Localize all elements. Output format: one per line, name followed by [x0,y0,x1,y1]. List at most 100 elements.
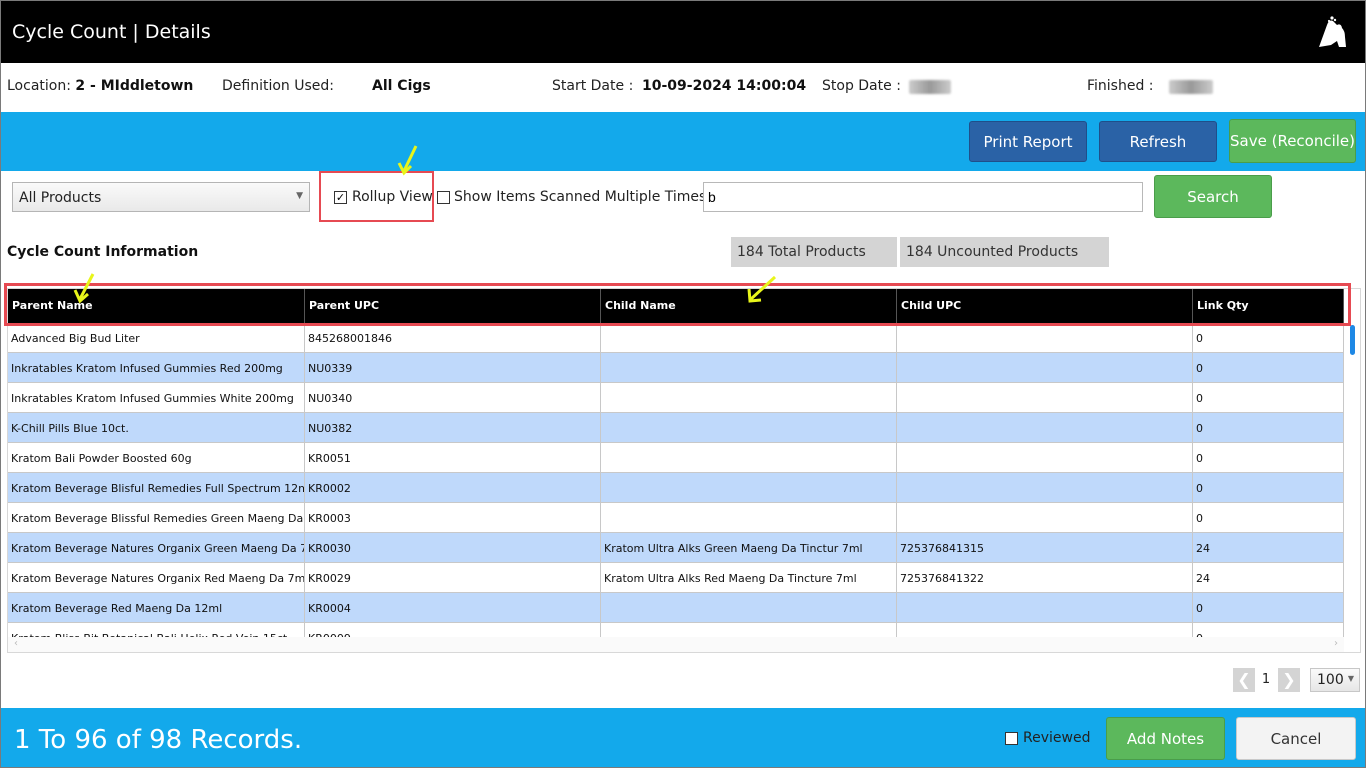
table-cell: Kratom Ultra Alks Green Maeng Da Tinctur… [601,533,897,563]
table-cell: KR0051 [305,443,601,473]
table-cell: Kratom Beverage Natures Organix Green Ma… [8,533,305,563]
print-report-button[interactable]: Print Report [969,121,1087,162]
table-cell: 0 [1193,443,1344,473]
table-cell [897,323,1193,353]
table-cell: 0 [1193,383,1344,413]
table-row[interactable]: Inkratables Kratom Infused Gummies Red 2… [8,353,1344,383]
title-bar: Cycle Count | Details [1,1,1365,63]
table-cell: 845268001846 [305,323,601,353]
table-cell: Inkratables Kratom Infused Gummies Red 2… [8,353,305,383]
scroll-right-icon[interactable]: › [1334,638,1338,649]
table-cell: 0 [1193,623,1344,637]
finished-redacted [1169,80,1213,94]
definition-value: All Cigs [372,78,431,94]
table-row[interactable]: Kratom Beverage Blissful Remedies Green … [8,503,1344,533]
table-row[interactable]: K-Chill Pills Blue 10ct. NU0382 0 [8,413,1344,443]
search-button[interactable]: Search [1154,175,1272,218]
stop-date-redacted [909,80,951,94]
checkmark-icon: ✓ [335,191,346,204]
prev-page-button[interactable]: ❮ [1233,668,1255,692]
page-size-select[interactable]: 100 ▼ [1310,668,1360,692]
records-count: 1 To 96 of 98 Records. [14,725,303,755]
table-row[interactable]: Kratom Beverage Natures Organix Red Maen… [8,563,1344,593]
table-cell: 0 [1193,353,1344,383]
next-page-button[interactable]: ❯ [1278,668,1300,692]
cycle-count-grid: Parent Name Parent UPC Child Name Child UPC… [7,288,1361,653]
table-cell: Kratom Bali Powder Boosted 60g [8,443,305,473]
cancel-button[interactable]: Cancel [1236,717,1356,760]
save-reconcile-button[interactable]: Save (Reconcile) [1229,119,1356,163]
refresh-button[interactable]: Refresh [1099,121,1217,162]
table-cell: Inkratables Kratom Infused Gummies White… [8,383,305,413]
chevron-left-icon: ❮ [1237,670,1251,689]
table-cell: 24 [1193,533,1344,563]
header-highlight-box [4,283,1351,326]
table-cell [601,353,897,383]
table-row[interactable]: Advanced Big Bud Liter 845268001846 0 [8,323,1344,353]
table-cell: NU0382 [305,413,601,443]
reviewed-checkbox[interactable] [1005,732,1018,745]
table-cell: KR0002 [305,473,601,503]
table-cell: Kratom Ultra Alks Red Maeng Da Tincture … [601,563,897,593]
footer-bar: 1 To 96 of 98 Records. Reviewed Add Note… [1,708,1365,767]
scanned-multiple-label[interactable]: Show Items Scanned Multiple Times [454,189,706,205]
start-date-value: 10-09-2024 14:00:04 [642,78,807,94]
table-cell: KR0004 [305,593,601,623]
grid-body: Advanced Big Bud Liter 845268001846 0 Inkra… [8,323,1344,637]
chevron-down-icon: ▼ [296,191,303,201]
rollup-view-checkbox[interactable]: ✓ [334,191,347,204]
table-row[interactable]: Kratom Bliss Bit Botanical Bali Helix Re… [8,623,1344,637]
table-cell [897,443,1193,473]
start-date-label: Start Date : [552,78,634,94]
uncounted-products-badge: 184 Uncounted Products [900,237,1109,267]
product-filter-value: All Products [19,190,102,206]
table-cell: 0 [1193,503,1344,533]
product-filter-select[interactable]: All Products ▼ [12,182,310,212]
table-row[interactable]: Kratom Beverage Blisful Remedies Full Sp… [8,473,1344,503]
annotation-arrow-icon [397,145,418,176]
reviewed-label[interactable]: Reviewed [1023,730,1090,746]
chevron-down-icon: ▼ [1347,674,1354,683]
current-page: 1 [1261,672,1271,687]
scroll-left-icon[interactable]: ‹ [14,638,18,649]
scrollbar-thumb[interactable] [1350,325,1355,355]
table-cell: Kratom Beverage Blisful Remedies Full Sp… [8,473,305,503]
horizontal-scrollbar[interactable]: ‹ › [8,637,1344,652]
cycle-count-info-heading: Cycle Count Information [7,244,199,260]
table-row[interactable]: Inkratables Kratom Infused Gummies White… [8,383,1344,413]
table-cell: 0 [1193,413,1344,443]
rollup-view-label[interactable]: Rollup View [352,189,433,205]
table-cell: Kratom Bliss Bit Botanical Bali Helix Re… [8,623,305,637]
table-row[interactable]: Kratom Beverage Natures Organix Green Ma… [8,533,1344,563]
table-cell: K-Chill Pills Blue 10ct. [8,413,305,443]
app-logo-icon [1319,16,1346,47]
finished-label: Finished : [1087,78,1154,94]
table-cell [601,413,897,443]
table-cell [897,353,1193,383]
stop-date-label: Stop Date : [822,78,901,94]
table-cell: KR0009 [305,623,601,637]
table-cell: KR0003 [305,503,601,533]
location-value: 2 - MIddletown [75,78,194,94]
scanned-multiple-checkbox[interactable] [437,191,450,204]
total-products-badge: 184 Total Products [731,237,897,267]
definition-label: Definition Used: [222,78,334,94]
table-cell [601,443,897,473]
table-cell: 0 [1193,323,1344,353]
table-cell: 725376841315 [897,533,1193,563]
add-notes-button[interactable]: Add Notes [1106,717,1225,760]
table-cell: 24 [1193,563,1344,593]
table-row[interactable]: Kratom Bali Powder Boosted 60g KR0051 0 [8,443,1344,473]
table-cell [601,383,897,413]
table-cell: Kratom Beverage Blissful Remedies Green … [8,503,305,533]
table-cell [601,503,897,533]
search-input[interactable] [703,182,1143,212]
location-info: Location: 2 - MIddletown [7,78,193,94]
table-cell: KR0030 [305,533,601,563]
table-cell: 0 [1193,473,1344,503]
vertical-scrollbar[interactable] [1348,323,1358,637]
table-cell [897,623,1193,637]
table-cell [897,503,1193,533]
table-row[interactable]: Kratom Beverage Red Maeng Da 12ml KR0004 0 [8,593,1344,623]
table-cell: NU0340 [305,383,601,413]
